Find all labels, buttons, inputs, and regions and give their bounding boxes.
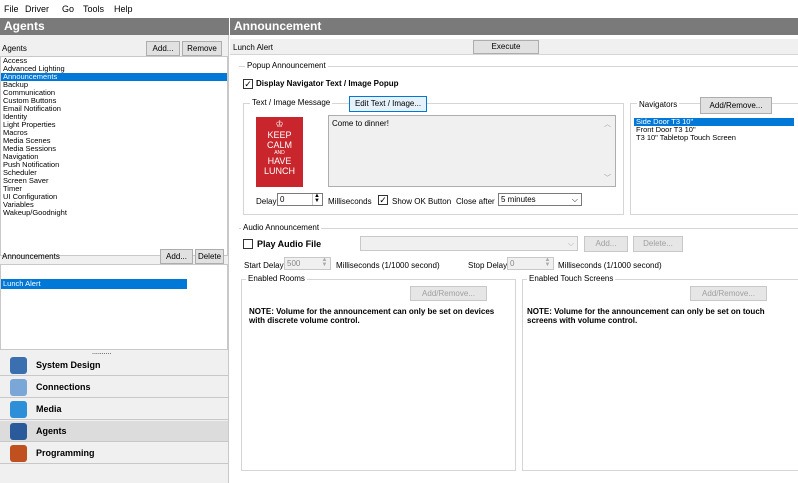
check-icon: ✓ xyxy=(379,195,387,205)
agents-list-header: Agents xyxy=(2,44,27,53)
poster-text-calm: CALM xyxy=(266,140,292,150)
play-audio-checkbox[interactable] xyxy=(243,239,253,249)
stop-ms-label: Milliseconds (1/1000 second) xyxy=(558,261,662,270)
menu-help[interactable]: Help xyxy=(114,4,133,14)
nav-section-connections[interactable]: Connections xyxy=(0,377,228,398)
stop-delay-input[interactable]: 0 ▲ ▼ xyxy=(507,257,554,270)
chevron-down-icon: ⌵ xyxy=(571,195,578,204)
spinner-icon[interactable]: ▲ ▼ xyxy=(312,193,321,205)
close-after-value: 5 minutes xyxy=(501,195,536,204)
play-audio-label: Play Audio File xyxy=(257,239,322,249)
crown-icon: ♔ xyxy=(275,119,284,129)
spinner-icon[interactable]: ▲ ▼ xyxy=(320,257,329,268)
nav-section-media[interactable]: Media xyxy=(0,399,228,420)
list-item[interactable]: Light Properties xyxy=(1,121,227,129)
spinner-icon[interactable]: ▲ ▼ xyxy=(543,257,552,268)
message-textarea[interactable]: Come to dinner! ︿ ﹀ xyxy=(328,115,616,187)
navigators-list[interactable]: Side Door T3 10" Front Door T3 10" T3 10… xyxy=(634,118,798,212)
delete-announcement-button[interactable]: Delete xyxy=(195,249,224,264)
nav-section-label: Connections xyxy=(36,382,91,392)
navigators-group-title: Navigators xyxy=(637,100,680,109)
right-panel: Announcement Lunch Alert Execute Popup A… xyxy=(230,18,798,483)
nav-section-label: Media xyxy=(36,404,62,414)
announcement-panel-title: Announcement xyxy=(230,18,798,35)
poster-text-lunch: LUNCH xyxy=(263,166,295,176)
show-ok-checkbox[interactable]: ✓ xyxy=(378,195,388,205)
menu-driver[interactable]: Driver xyxy=(25,4,49,14)
rooms-add-remove-button[interactable]: Add/Remove... xyxy=(410,286,487,301)
list-item[interactable]: Lunch Alert xyxy=(1,279,187,289)
list-item[interactable]: UI Configuration xyxy=(1,193,227,201)
menu-file[interactable]: File xyxy=(4,4,19,14)
announcements-list-header: Announcements xyxy=(2,252,60,261)
rooms-note: NOTE: Volume for the announcement can on… xyxy=(249,307,495,325)
text-image-group-title: Text / Image Message xyxy=(250,98,333,107)
list-item[interactable]: T3 10" Tabletop Touch Screen xyxy=(634,134,798,142)
announcements-list[interactable]: Lunch Alert xyxy=(0,264,228,350)
nav-section-label: Agents xyxy=(36,426,67,436)
stop-delay-label: Stop Delay xyxy=(468,261,508,270)
execute-button[interactable]: Execute xyxy=(473,40,539,54)
agents-list[interactable]: Access Advanced Lighting Announcements Back… xyxy=(0,56,228,256)
touch-add-remove-button[interactable]: Add/Remove... xyxy=(690,286,767,301)
list-item[interactable]: Screen Saver xyxy=(1,177,227,185)
start-delay-input[interactable]: 500 ▲ ▼ xyxy=(284,257,331,270)
connections-icon xyxy=(10,379,27,396)
left-panel: Agents Agents Add... Remove Access Advanc… xyxy=(0,18,229,483)
start-delay-label: Start Delay xyxy=(244,261,284,270)
audio-add-button[interactable]: Add... xyxy=(584,236,628,252)
scroll-down-icon[interactable]: ﹀ xyxy=(604,173,611,183)
list-item[interactable]: Wakeup/Goodnight xyxy=(1,209,227,217)
add-agent-button[interactable]: Add... xyxy=(146,41,180,56)
edit-text-image-button[interactable]: Edit Text / Image... xyxy=(349,96,427,112)
show-ok-label: Show OK Button xyxy=(392,197,452,206)
list-item[interactable]: Announcements xyxy=(1,73,227,81)
chevron-down-icon: ⌵ xyxy=(567,239,574,248)
delay-label: Delay xyxy=(256,197,277,206)
popup-group-title: Popup Announcement xyxy=(245,61,328,70)
navigators-add-remove-button[interactable]: Add/Remove... xyxy=(700,97,772,114)
delay-input[interactable]: 0 ▲ ▼ xyxy=(277,193,323,206)
audio-file-select[interactable]: ⌵ xyxy=(360,236,578,251)
poster-image: ♔ KEEP CALM AND HAVE LUNCH xyxy=(256,117,303,187)
menu-go[interactable]: Go xyxy=(62,4,74,14)
alert-toolbar: Lunch Alert Execute xyxy=(230,39,798,55)
start-delay-value: 500 xyxy=(287,259,301,268)
close-after-select[interactable]: 5 minutes ⌵ xyxy=(498,193,582,206)
display-popup-label: Display Navigator Text / Image Popup xyxy=(256,79,399,88)
navigation-sections: System Design Connections Media Agents Progr… xyxy=(0,355,228,483)
scroll-up-icon[interactable]: ︿ xyxy=(604,119,611,129)
message-text: Come to dinner! xyxy=(332,119,389,128)
audio-delete-button[interactable]: Delete... xyxy=(633,236,683,252)
add-announcement-button[interactable]: Add... xyxy=(160,249,193,264)
touch-group-title: Enabled Touch Screens xyxy=(527,274,616,283)
display-popup-checkbox[interactable]: ✓ xyxy=(243,79,253,89)
poster-text-keep: KEEP xyxy=(267,130,292,140)
nav-section-agents[interactable]: Agents xyxy=(0,421,228,442)
remove-agent-button[interactable]: Remove xyxy=(182,41,222,56)
check-icon: ✓ xyxy=(244,79,252,89)
menu-tools[interactable]: Tools xyxy=(83,4,104,14)
list-item[interactable]: Email Notification xyxy=(1,105,227,113)
nav-section-programming[interactable]: Programming xyxy=(0,443,228,464)
milliseconds-label: Milliseconds xyxy=(328,197,372,206)
start-ms-label: Milliseconds (1/1000 second) xyxy=(336,261,440,270)
alert-name: Lunch Alert xyxy=(233,43,274,52)
rooms-group-title: Enabled Rooms xyxy=(246,274,307,283)
close-after-label: Close after xyxy=(456,197,495,206)
agents-icon xyxy=(10,423,27,440)
touch-note: NOTE: Volume for the announcement can on… xyxy=(527,307,765,325)
system-design-icon xyxy=(10,357,27,374)
stop-delay-value: 0 xyxy=(510,259,515,268)
poster-text-have: HAVE xyxy=(267,156,292,166)
agents-panel-title: Agents xyxy=(0,18,229,35)
media-icon xyxy=(10,401,27,418)
audio-group-title: Audio Announcement xyxy=(241,223,322,232)
nav-section-label: Programming xyxy=(36,448,95,458)
delay-value: 0 xyxy=(280,195,285,204)
nav-section-label: System Design xyxy=(36,360,101,370)
programming-icon xyxy=(10,445,27,462)
nav-section-system-design[interactable]: System Design xyxy=(0,355,228,376)
menu-bar: File Driver Go Tools Help xyxy=(0,0,798,18)
